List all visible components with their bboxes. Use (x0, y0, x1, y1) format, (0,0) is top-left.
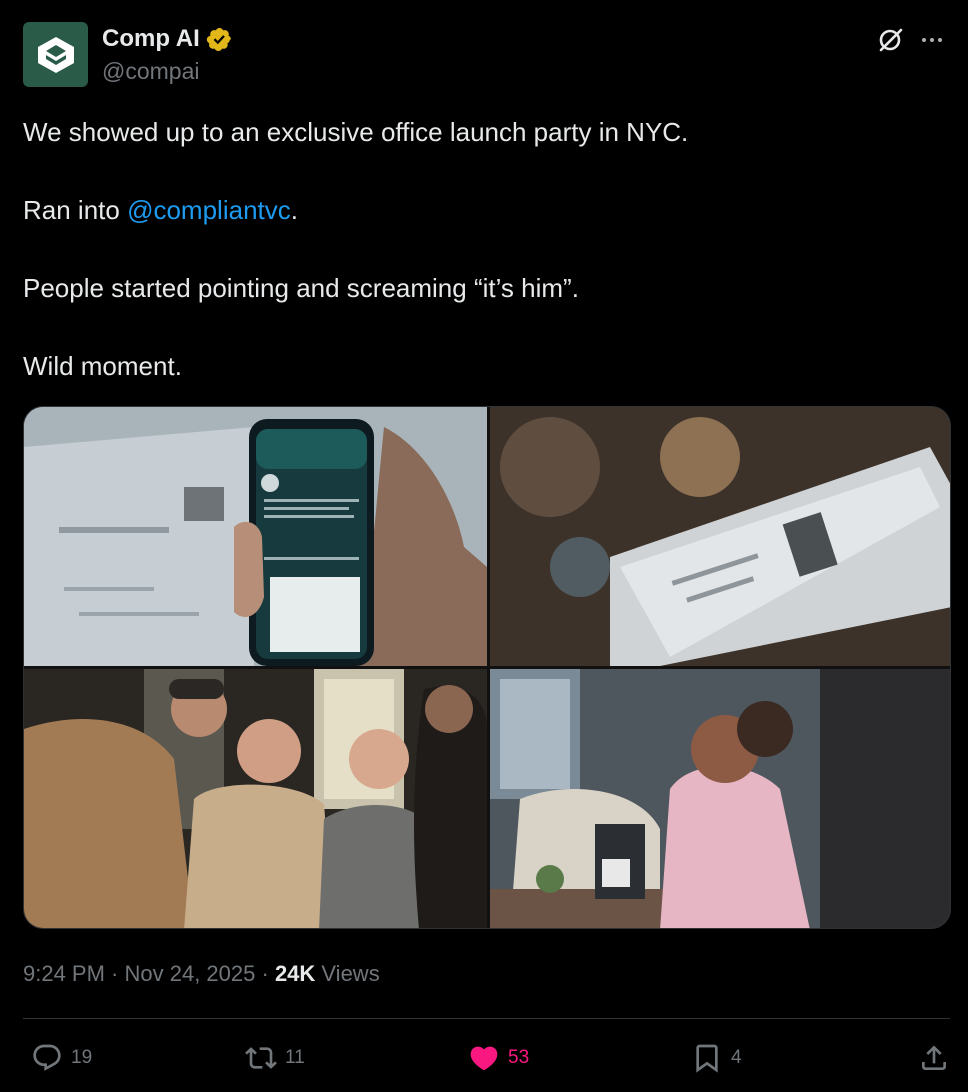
mention-link[interactable]: @compliantvc (127, 195, 291, 225)
action-bar: 19 11 53 4 (23, 1036, 950, 1080)
tweet-line-2-prefix: Ran into (23, 195, 128, 225)
name-row: Comp AI (102, 25, 233, 53)
more-options-icon[interactable] (916, 24, 948, 56)
tweet-line-2: Ran into @compliantvc. (23, 191, 943, 230)
display-name[interactable]: Comp AI (102, 25, 200, 53)
like-count: 53 (508, 1047, 530, 1068)
tweet-line-2-suffix: . (290, 195, 298, 225)
share-icon (918, 1042, 950, 1074)
photo-people-laughing[interactable] (24, 669, 487, 928)
photo-woman-at-table[interactable] (490, 669, 950, 928)
meta-separator: · (255, 961, 275, 986)
reply-button[interactable]: 19 (31, 1036, 92, 1080)
reply-icon (31, 1042, 63, 1074)
photo-cocktail-menu[interactable] (490, 407, 950, 666)
tweet-line-1: We showed up to an exclusive office laun… (23, 117, 689, 147)
photo-phone-screen[interactable] (24, 407, 487, 666)
bookmark-button[interactable]: 4 (691, 1036, 742, 1080)
like-button[interactable]: 53 (468, 1036, 529, 1080)
tweet-text: We showed up to an exclusive office laun… (23, 113, 943, 425)
retweet-count: 11 (285, 1047, 305, 1068)
bookmark-count: 4 (731, 1047, 742, 1068)
media-grid (23, 406, 951, 929)
views-label: Views (315, 961, 380, 986)
handle[interactable]: @compai (102, 58, 200, 85)
tweet-line-4: Wild moment. (23, 351, 182, 381)
tweet-meta: 9:24 PM · Nov 24, 2025 · 24K Views (23, 961, 380, 987)
reply-count: 19 (71, 1047, 93, 1068)
meta-separator: · (104, 961, 125, 986)
verified-badge-icon[interactable] (206, 26, 233, 53)
bookmark-icon (691, 1042, 723, 1074)
post-time[interactable]: 9:24 PM (23, 961, 105, 986)
divider (23, 1018, 950, 1019)
avatar[interactable] (23, 22, 88, 87)
comp-ai-logo-icon (37, 36, 74, 73)
tweet-header: Comp AI @compai (23, 22, 948, 88)
grok-icon[interactable] (874, 24, 906, 56)
views-count[interactable]: 24K (275, 961, 315, 986)
tweet-line-3: People started pointing and screaming “i… (23, 273, 579, 303)
retweet-button[interactable]: 11 (245, 1036, 305, 1080)
post-date[interactable]: Nov 24, 2025 (125, 961, 256, 986)
share-button[interactable] (918, 1036, 950, 1080)
retweet-icon (245, 1042, 277, 1074)
heart-icon (468, 1042, 500, 1074)
